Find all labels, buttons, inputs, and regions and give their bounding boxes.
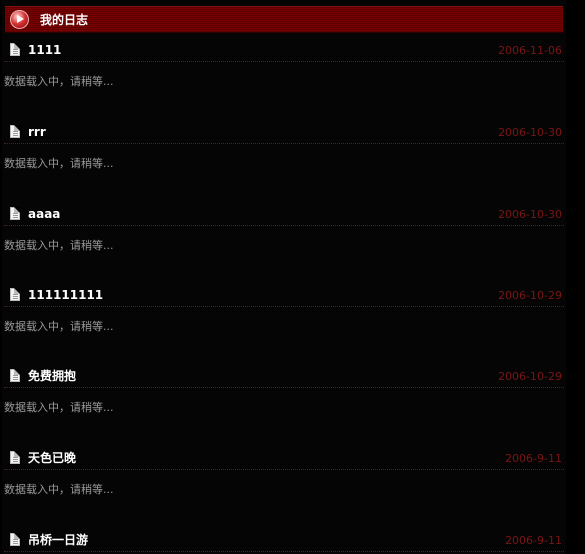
- play-circle-icon: [10, 10, 29, 29]
- entry-date: 2006-11-06: [498, 44, 562, 57]
- panel-header: 我的日志: [5, 6, 563, 33]
- entry-body: 数据载入中，请稍等...: [4, 75, 114, 88]
- entry-title-link[interactable]: 天色已晚: [28, 450, 76, 466]
- document-icon: [10, 207, 20, 220]
- panel-title: 我的日志: [40, 13, 89, 27]
- entry-date: 2006-9-11: [505, 534, 562, 547]
- entry-header: 111111111 2006-10-29: [4, 286, 564, 307]
- entry-date: 2006-9-11: [505, 452, 562, 465]
- entry-title-link[interactable]: aaaa: [28, 206, 60, 222]
- entry-header: aaaa 2006-10-30: [4, 205, 564, 226]
- entry-date: 2006-10-29: [498, 289, 562, 302]
- document-icon: [10, 125, 20, 138]
- entry-title-link[interactable]: rrr: [28, 124, 46, 140]
- entry-body: 数据载入中，请稍等...: [4, 483, 114, 496]
- entry-date: 2006-10-29: [498, 370, 562, 383]
- entry-body: 数据载入中，请稍等...: [4, 157, 114, 170]
- entry-body: 数据载入中，请稍等...: [4, 320, 114, 333]
- entry-title-link[interactable]: 免费拥抱: [28, 368, 76, 384]
- entry-title-link[interactable]: 111111111: [28, 287, 103, 303]
- entry-header: 天色已晚 2006-9-11: [4, 449, 564, 470]
- document-icon: [10, 288, 20, 301]
- document-icon: [10, 43, 20, 56]
- entry-header: 1111 2006-11-06: [4, 41, 564, 62]
- entry-title-link[interactable]: 1111: [28, 42, 61, 58]
- document-icon: [10, 369, 20, 382]
- document-icon: [10, 451, 20, 464]
- entry-header: rrr 2006-10-30: [4, 123, 564, 144]
- entry-date: 2006-10-30: [498, 208, 562, 221]
- entry-header: 吊桥一日游 2006-9-11: [4, 531, 564, 552]
- entry-header: 免费拥抱 2006-10-29: [4, 367, 564, 388]
- entry-body: 数据载入中，请稍等...: [4, 239, 114, 252]
- document-icon: [10, 533, 20, 546]
- entry-title-link[interactable]: 吊桥一日游: [28, 532, 88, 548]
- entry-date: 2006-10-30: [498, 126, 562, 139]
- entry-body: 数据载入中，请稍等...: [4, 401, 114, 414]
